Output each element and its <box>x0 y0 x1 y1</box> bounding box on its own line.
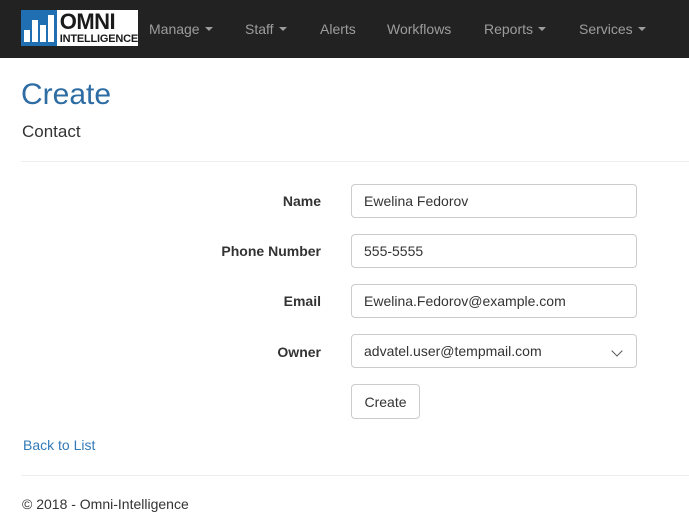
brand-line1: OMNI <box>59 9 116 34</box>
caret-down-icon <box>538 27 547 31</box>
nav-item-workflows[interactable]: Workflows <box>387 0 451 58</box>
divider <box>21 161 689 162</box>
caret-down-icon <box>637 27 646 31</box>
back-to-list-link[interactable]: Back to List <box>23 437 95 453</box>
page-title: Create <box>21 78 112 111</box>
caret-down-icon <box>278 27 287 31</box>
caret-down-icon <box>204 27 213 31</box>
name-input[interactable]: Ewelina Fedorov <box>351 184 637 218</box>
chevron-down-icon <box>611 345 623 357</box>
footer-copyright: © 2018 - Omni-Intelligence <box>22 496 189 512</box>
email-value: Ewelina.Fedorov@example.com <box>364 293 566 309</box>
phone-input[interactable]: 555-5555 <box>351 234 637 268</box>
phone-value: 555-5555 <box>364 243 424 259</box>
email-input[interactable]: Ewelina.Fedorov@example.com <box>351 284 637 318</box>
nav-label: Reports <box>484 21 534 37</box>
brand-logo[interactable]: OMNI INTELLIGENCE <box>21 10 138 46</box>
owner-label: Owner <box>277 344 321 360</box>
nav-label: Staff <box>245 21 274 37</box>
email-label: Email <box>283 293 321 309</box>
brand-line2: INTELLIGENCE <box>59 33 138 45</box>
owner-value: advatel.user@tempmail.com <box>364 343 542 359</box>
nav-label: Workflows <box>387 21 452 37</box>
phone-label: Phone Number <box>221 243 321 259</box>
nav-item-services[interactable]: Services <box>579 0 646 58</box>
page-subtitle: Contact <box>22 122 81 141</box>
top-navbar: OMNI INTELLIGENCE Manage Staff Alerts Wo… <box>0 0 689 58</box>
nav-label: Services <box>579 21 633 37</box>
owner-select[interactable]: advatel.user@tempmail.com <box>351 334 637 368</box>
nav-item-alerts[interactable]: Alerts <box>320 0 356 58</box>
footer-divider <box>21 475 689 476</box>
nav-label: Manage <box>149 21 200 37</box>
nav-item-reports[interactable]: Reports <box>484 0 547 58</box>
nav-item-manage[interactable]: Manage <box>149 0 213 58</box>
brand-text: OMNI INTELLIGENCE <box>57 10 138 46</box>
create-button[interactable]: Create <box>351 384 420 419</box>
bar-chart-logo-icon <box>21 10 57 46</box>
name-value: Ewelina Fedorov <box>364 193 469 209</box>
nav-item-staff[interactable]: Staff <box>245 0 287 58</box>
nav-label: Alerts <box>320 21 356 37</box>
name-label: Name <box>282 193 321 209</box>
